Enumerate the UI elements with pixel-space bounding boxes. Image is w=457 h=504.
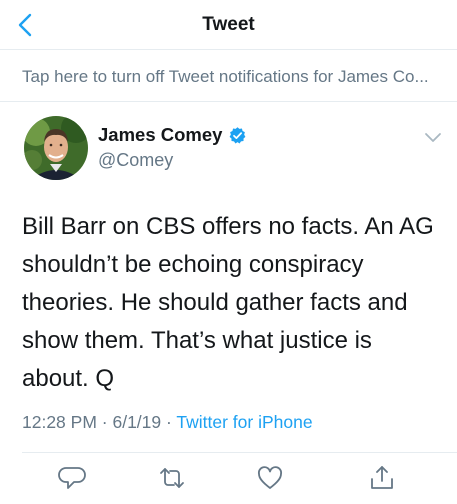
author-name-row: James Comey bbox=[98, 124, 247, 146]
meta-separator: · bbox=[101, 412, 108, 432]
verified-badge-icon bbox=[230, 126, 246, 143]
avatar[interactable] bbox=[24, 116, 88, 180]
author-name[interactable]: James Comey bbox=[98, 124, 222, 146]
reply-icon[interactable] bbox=[58, 464, 86, 492]
action-bar bbox=[0, 460, 457, 496]
notification-toggle-banner[interactable]: Tap here to turn off Tweet notifications… bbox=[0, 51, 457, 102]
chevron-down-icon[interactable] bbox=[424, 131, 442, 143]
retweet-icon[interactable] bbox=[158, 464, 186, 492]
nav-bar: Tweet bbox=[0, 0, 457, 50]
page-title: Tweet bbox=[202, 14, 255, 35]
tweet-source-link[interactable]: Twitter for iPhone bbox=[176, 412, 312, 432]
meta-separator: · bbox=[166, 412, 172, 432]
tweet-date: 6/1/19 bbox=[112, 412, 162, 432]
share-icon[interactable] bbox=[368, 464, 396, 492]
tweet-time: 12:28 PM bbox=[22, 412, 97, 432]
like-icon[interactable] bbox=[256, 464, 284, 492]
author-handle[interactable]: @Comey bbox=[98, 150, 173, 171]
tweet-text: Bill Barr on CBS offers no facts. An AG … bbox=[22, 213, 434, 392]
tweet-meta: 12:28 PM · 6/1/19 · Twitter for iPhone bbox=[22, 412, 313, 433]
divider bbox=[22, 452, 457, 453]
